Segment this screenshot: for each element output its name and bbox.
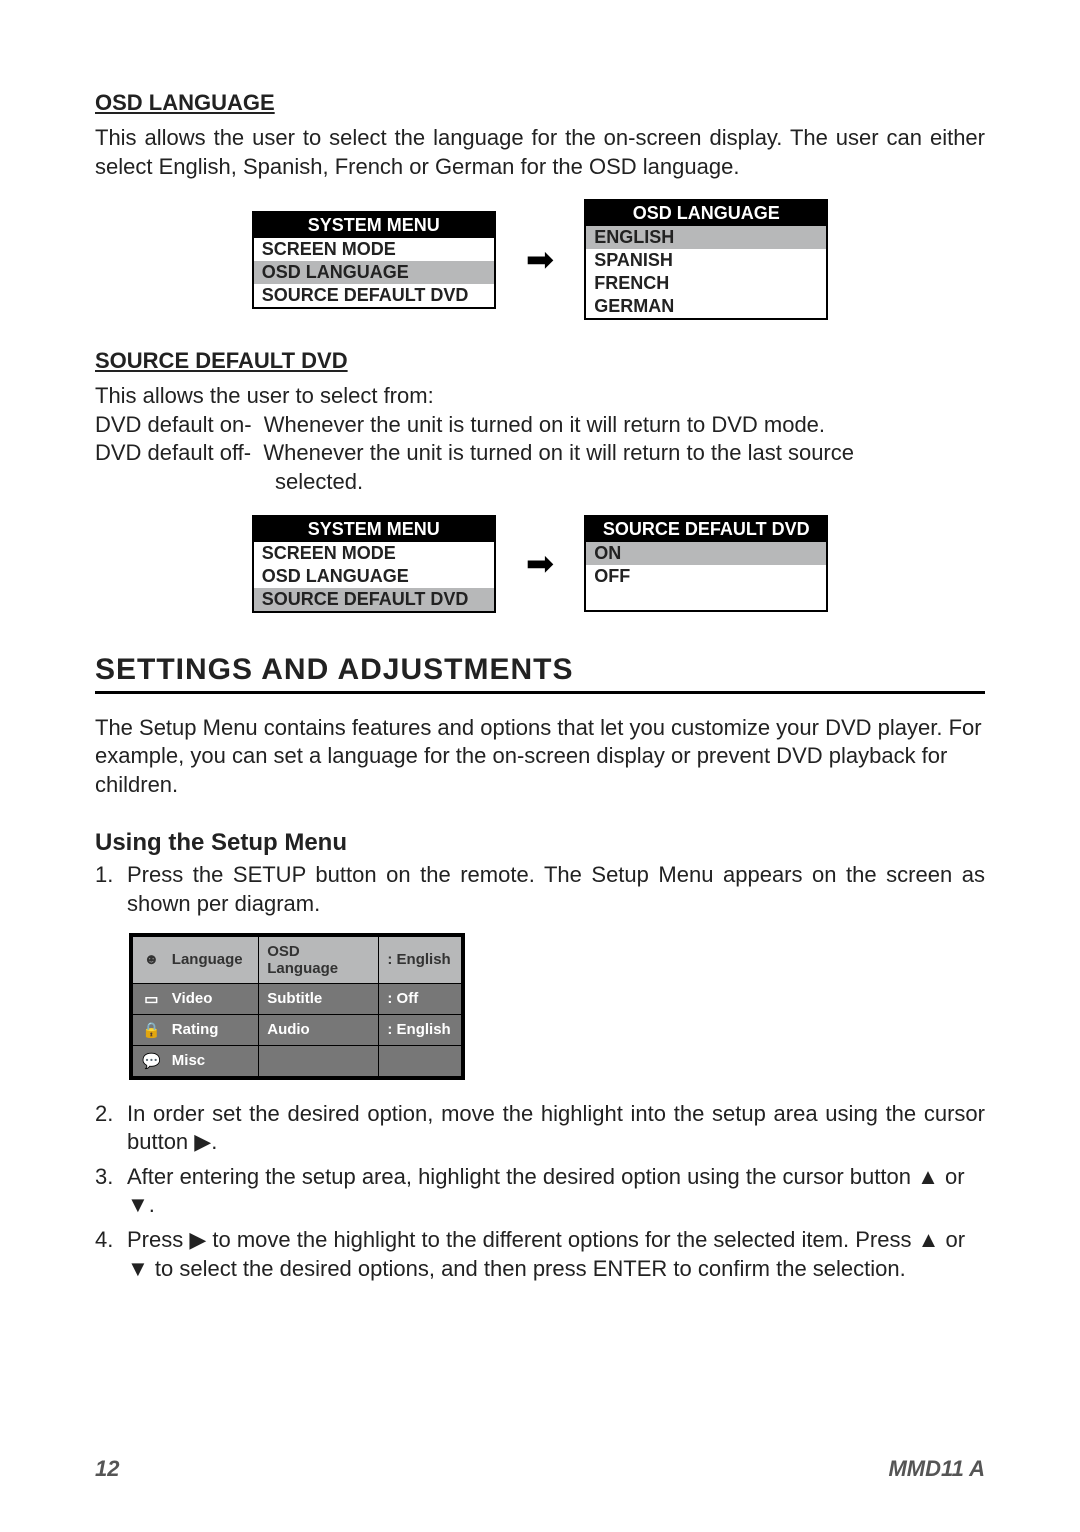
settings-intro: The Setup Menu contains features and opt… — [95, 714, 985, 800]
step-4: 4. Press to move the highlight to the di… — [95, 1226, 985, 1283]
opt-subtitle: Subtitle — [259, 983, 379, 1014]
sdd-intro: This allows the user to select from: — [95, 382, 985, 411]
step-4-text-b: to move the highlight to the different o… — [206, 1227, 917, 1252]
val-subtitle: : Off — [379, 983, 462, 1014]
sdd-def-off: DVD default off- Whenever the unit is tu… — [95, 439, 985, 468]
cursor-up-icon — [918, 1227, 940, 1252]
step-3-text-a: After entering the setup area, highlight… — [127, 1164, 917, 1189]
tab-misc: Misc — [164, 1045, 259, 1076]
tab-rating: Rating — [164, 1014, 259, 1045]
model-number: MMD11 A — [888, 1456, 985, 1482]
misc-icon: 💬 — [133, 1045, 164, 1076]
menu-item: SPANISH — [586, 249, 826, 272]
arrow-right-icon: ➡ — [526, 240, 555, 280]
osd-language-menu-box: OSD LANGUAGE ENGLISH SPANISH FRENCH GERM… — [584, 199, 828, 320]
system-menu-box-2: SYSTEM MENU SCREEN MODE OSD LANGUAGE SOU… — [252, 515, 496, 613]
sdd-off-text1: Whenever the unit is turned on it will r… — [263, 440, 854, 465]
step-3: 3. After entering the setup area, highli… — [95, 1163, 985, 1220]
osd-menu-diagram: SYSTEM MENU SCREEN MODE OSD LANGUAGE SOU… — [95, 199, 985, 320]
val-audio: : English — [379, 1014, 462, 1045]
menu-item: SCREEN MODE — [254, 238, 494, 261]
menu-item-selected: OSD LANGUAGE — [254, 261, 494, 284]
sdd-def-off-cont: selected. — [95, 468, 985, 497]
menu-item: OFF — [586, 565, 826, 588]
opt-osd-language: OSD Language — [259, 936, 379, 983]
language-icon: ☻ — [133, 936, 164, 983]
tab-language: Language — [164, 936, 259, 983]
sdd-on-text: Whenever the unit is turned on it will r… — [264, 412, 825, 437]
menu-item: SCREEN MODE — [254, 542, 494, 565]
sdd-off-label: DVD default off- — [95, 440, 251, 465]
system-menu-box-1: SYSTEM MENU SCREEN MODE OSD LANGUAGE SOU… — [252, 211, 496, 309]
val-blank — [379, 1045, 462, 1076]
cursor-down-icon — [127, 1192, 149, 1217]
menu-item: GERMAN — [586, 295, 826, 318]
menu-item-selected: SOURCE DEFAULT DVD — [254, 588, 494, 611]
menu-item-selected: ENGLISH — [586, 226, 826, 249]
menu-item: SOURCE DEFAULT DVD — [254, 284, 494, 307]
step-2-text-b: . — [211, 1129, 217, 1154]
cursor-down-icon — [127, 1256, 149, 1281]
setup-menu-diagram: ☻ Language OSD Language : English ▭ Vide… — [129, 933, 465, 1080]
menu-item: OSD LANGUAGE — [254, 565, 494, 588]
sdd-on-label: DVD default on- — [95, 412, 252, 437]
menu-item: FRENCH — [586, 272, 826, 295]
menu-item-selected: ON — [586, 542, 826, 565]
step-3-text-c: . — [149, 1192, 155, 1217]
cursor-right-icon — [194, 1129, 211, 1154]
step-4-text-a: Press — [127, 1227, 189, 1252]
sdd-def-on: DVD default on- Whenever the unit is tur… — [95, 411, 985, 440]
step-4-text-d: to select the desired options, and then … — [149, 1256, 906, 1281]
val-osd-language: : English — [379, 936, 462, 983]
settings-title: SETTINGS AND ADJUSTMENTS — [95, 653, 985, 694]
cursor-right-icon — [189, 1227, 206, 1252]
source-default-menu-box: SOURCE DEFAULT DVD ON OFF — [584, 515, 828, 612]
menu-header: SYSTEM MENU — [254, 213, 494, 238]
opt-blank — [259, 1045, 379, 1076]
step-3-text-b: or — [939, 1164, 965, 1189]
step-1: 1. Press the SETUP button on the remote.… — [95, 861, 985, 918]
source-default-dvd-heading: SOURCE DEFAULT DVD — [95, 348, 985, 374]
cursor-up-icon — [917, 1164, 939, 1189]
osd-language-heading: OSD LANGUAGE — [95, 90, 985, 116]
step-4-text-c: or — [939, 1227, 965, 1252]
tab-video: Video — [164, 983, 259, 1014]
page-footer: 12 MMD11 A — [95, 1456, 985, 1482]
lock-icon: 🔒 — [133, 1014, 164, 1045]
using-setup-menu-title: Using the Setup Menu — [95, 829, 985, 857]
opt-audio: Audio — [259, 1014, 379, 1045]
step-1-text: Press the SETUP button on the remote. Th… — [127, 861, 985, 918]
menu-header: SOURCE DEFAULT DVD — [586, 517, 826, 542]
step-2: 2. In order set the desired option, move… — [95, 1100, 985, 1157]
osd-language-desc: This allows the user to select the langu… — [95, 124, 985, 181]
menu-item-blank — [586, 588, 826, 610]
page-number: 12 — [95, 1456, 119, 1482]
menu-header: SYSTEM MENU — [254, 517, 494, 542]
step-2-text-a: In order set the desired option, move th… — [127, 1101, 985, 1155]
video-icon: ▭ — [133, 983, 164, 1014]
sdd-menu-diagram: SYSTEM MENU SCREEN MODE OSD LANGUAGE SOU… — [95, 515, 985, 613]
menu-header: OSD LANGUAGE — [586, 201, 826, 226]
arrow-right-icon: ➡ — [526, 544, 555, 584]
